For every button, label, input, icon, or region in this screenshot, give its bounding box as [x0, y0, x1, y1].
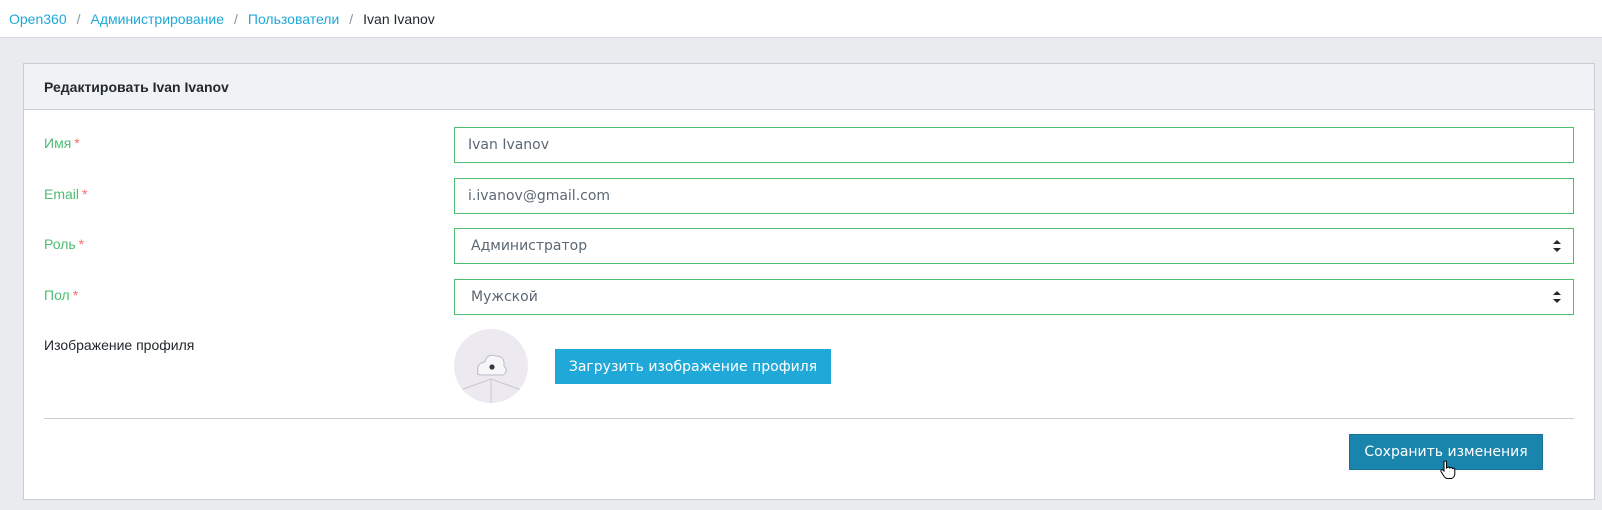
required-mark: *: [72, 287, 79, 303]
breadcrumb-separator: /: [76, 10, 81, 27]
required-mark: *: [78, 236, 85, 252]
role-select[interactable]: Администратор: [454, 228, 1574, 264]
gender-select-value: Мужской: [471, 289, 538, 305]
name-label: Имя *: [44, 135, 80, 151]
avatar-placeholder-icon: [457, 354, 525, 403]
role-row: Роль * Администратор: [44, 228, 1574, 264]
select-arrows-icon: [1553, 240, 1561, 252]
name-input[interactable]: Ivan Ivanov: [454, 127, 1574, 163]
card-title: Редактировать Ivan Ivanov: [24, 64, 1594, 110]
breadcrumb-current: Ivan Ivanov: [363, 10, 435, 27]
gender-select[interactable]: Мужской: [454, 279, 1574, 315]
select-arrows-icon: [1553, 291, 1561, 303]
breadcrumb-item-home[interactable]: Open360: [9, 11, 67, 27]
breadcrumb-item-administration[interactable]: Администрирование: [91, 11, 225, 27]
name-row: Имя * Ivan Ivanov: [44, 127, 1574, 163]
breadcrumb-separator: /: [234, 10, 238, 27]
avatar-label: Изображение профиля: [44, 337, 195, 353]
divider: [44, 418, 1574, 419]
edit-user-card: Редактировать Ivan Ivanov Имя * Ivan Ivan…: [23, 63, 1595, 500]
email-input[interactable]: i.ivanov@gmail.com: [454, 178, 1574, 214]
email-label: Email *: [44, 186, 88, 202]
breadcrumb: Open360 / Администрирование / Пользовате…: [0, 0, 1602, 38]
breadcrumb-item-users[interactable]: Пользователи: [248, 11, 339, 27]
role-select-value: Администратор: [471, 238, 588, 254]
gender-label: Пол *: [44, 287, 79, 303]
gender-row: Пол * Мужской: [44, 279, 1574, 315]
avatar-row: Изображение профиля Загрузить изображени…: [44, 329, 1574, 403]
avatar: [454, 329, 528, 403]
required-mark: *: [74, 135, 80, 151]
hand-cursor-icon: [1440, 460, 1456, 479]
email-row: Email * i.ivanov@gmail.com: [44, 178, 1574, 214]
required-mark: *: [82, 186, 88, 202]
role-label: Роль *: [44, 236, 85, 252]
upload-avatar-button[interactable]: Загрузить изображение профиля: [555, 349, 831, 384]
breadcrumb-separator: /: [349, 10, 354, 27]
